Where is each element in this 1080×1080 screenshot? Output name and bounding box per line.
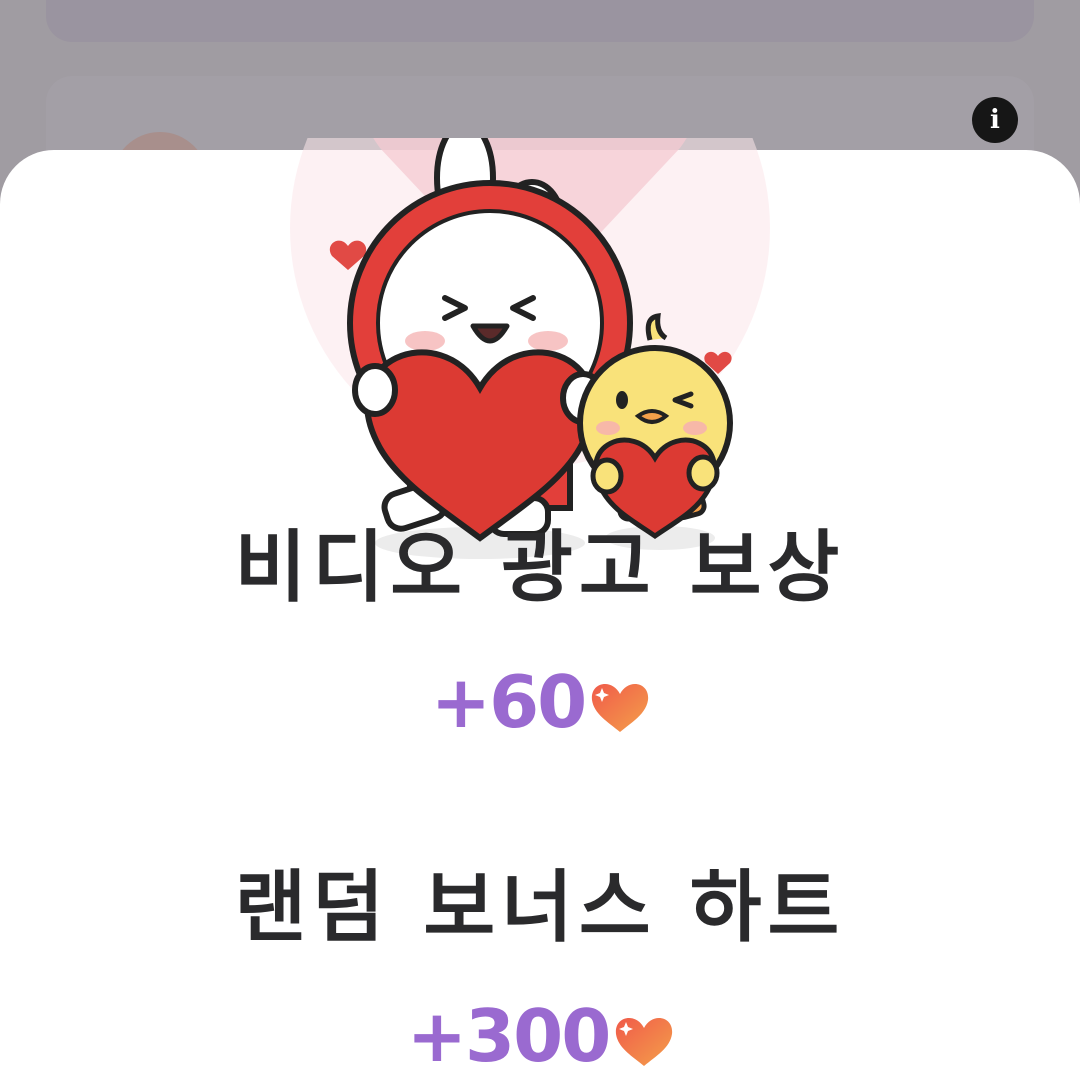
reward-sheet: 비디오 광고 보상 +60 랜덤 보너스 하트 +300 <box>0 138 1080 1080</box>
video-ad-reward-row: +60 <box>0 660 1080 744</box>
random-bonus-title: 랜덤 보너스 하트 <box>234 863 846 953</box>
random-bonus-row: +300 <box>0 994 1080 1078</box>
video-ad-reward-amount: +60 <box>430 660 588 744</box>
rabbit-and-chick-illustration <box>290 138 770 559</box>
heart-icon <box>592 683 649 732</box>
video-ad-reward-title: 비디오 광고 보상 <box>234 523 846 613</box>
heart-icon <box>616 1017 673 1066</box>
screen: i 비디오 광고 보상 +60 랜덤 보너스 하트 +300 <box>0 0 1080 1080</box>
info-icon[interactable]: i <box>972 97 1018 143</box>
background-card-top <box>46 0 1034 42</box>
random-bonus-amount: +300 <box>406 994 612 1078</box>
